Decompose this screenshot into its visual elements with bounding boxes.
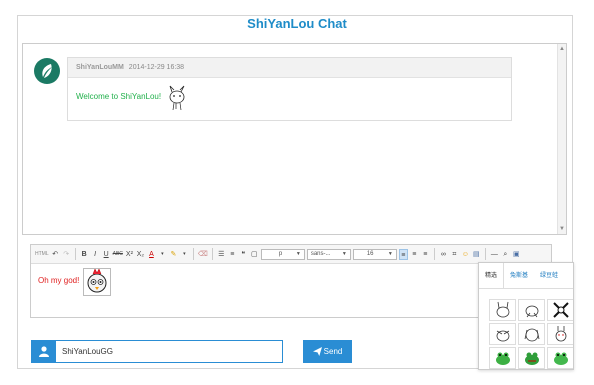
- paper-plane-icon: [312, 347, 322, 357]
- username-addon: [32, 341, 56, 362]
- quote-icon[interactable]: ❝: [239, 249, 248, 260]
- italic-button[interactable]: I: [91, 249, 100, 260]
- emoticon-grid: [489, 299, 573, 369]
- fullscreen-icon[interactable]: ▣: [512, 249, 521, 260]
- subscript-button[interactable]: X₂: [136, 249, 145, 260]
- emoticon-tab[interactable]: 绿豆蛙: [534, 263, 564, 288]
- editor-content-area[interactable]: Oh my god!: [31, 264, 551, 317]
- superscript-button[interactable]: X²: [125, 249, 134, 260]
- message-item: ShiYanLouMM 2014-12-29 16:38 Welcome to …: [67, 57, 512, 121]
- chevron-down-icon: ▼: [295, 250, 301, 257]
- scroll-up-arrow-icon[interactable]: ▲: [558, 45, 566, 53]
- align-center-icon[interactable]: ≡: [410, 249, 419, 260]
- frog-emoticon-icon: [553, 352, 568, 365]
- paragraph-select[interactable]: p ▼: [260, 248, 305, 260]
- toolbar-divider: [484, 248, 486, 260]
- rabbit-emoticon-icon: [552, 302, 569, 318]
- emoticon-cell[interactable]: [547, 347, 573, 369]
- rabbit-emoticon-icon: [524, 328, 539, 342]
- message-header: ShiYanLouMM 2014-12-29 16:38: [68, 58, 511, 78]
- rabbit-emoticon-icon: [525, 305, 538, 318]
- rabbit-emoticon-icon: [496, 330, 509, 342]
- rabbit-emoticon-icon: [555, 326, 566, 342]
- ordered-list-icon[interactable]: ☰: [217, 249, 226, 260]
- message-time: 2014-12-29 16:38: [128, 64, 185, 71]
- emoticon-icon[interactable]: ☺: [461, 249, 470, 260]
- rabbit-sticker-icon: [169, 85, 185, 111]
- emoticon-cell[interactable]: [547, 299, 573, 321]
- emoticon-cell[interactable]: [518, 323, 545, 345]
- message-text: Welcome to ShiYanLou!: [76, 92, 162, 101]
- image-icon[interactable]: ▤: [472, 249, 481, 260]
- frog-emoticon-icon: [495, 352, 510, 365]
- highlight-color-icon[interactable]: ✎: [169, 249, 178, 260]
- rabbit-emoticon-icon: [496, 301, 509, 318]
- send-button[interactable]: Send: [303, 340, 352, 363]
- align-left-icon[interactable]: ≡: [398, 248, 408, 260]
- emoticon-cell[interactable]: [518, 347, 545, 369]
- page-title: ShiYanLou Chat: [247, 16, 347, 31]
- emoticon-cell[interactable]: [518, 299, 545, 321]
- user-icon: [39, 346, 49, 357]
- toolbar-divider: [74, 248, 76, 260]
- align-right-icon[interactable]: ≡: [421, 249, 430, 260]
- font-color-button[interactable]: A: [147, 249, 156, 260]
- message-editor[interactable]: HTML ↶ ↷ B I U ABC X² X₂ A ▾ ✎ ▾ ⌫ ☰ ≡ ❝…: [30, 244, 552, 318]
- font-family-select[interactable]: sans-... ▼: [306, 248, 351, 260]
- page: ShiYanLou Chat ShiYanLouMM 2014-12-29 16…: [0, 0, 594, 385]
- emoticon-tab[interactable]: 兔斯基: [504, 263, 534, 288]
- emoticon-cell[interactable]: [489, 347, 516, 369]
- emoticon-tabs: 精选 兔斯基 绿豆蛙: [479, 263, 573, 289]
- avatar: [34, 58, 60, 84]
- toolbar-divider: [433, 248, 435, 260]
- toolbar-divider: [211, 248, 213, 260]
- emoticon-cell[interactable]: [547, 323, 573, 345]
- username-input[interactable]: [62, 341, 272, 362]
- emoticon-tab[interactable]: 精选: [479, 263, 505, 288]
- scroll-down-arrow-icon[interactable]: ▼: [558, 225, 566, 233]
- message-username: ShiYanLouMM: [76, 64, 124, 71]
- unlink-icon[interactable]: ⌗: [450, 249, 459, 260]
- bird-sticker-icon: [83, 268, 111, 296]
- link-icon[interactable]: ∞: [439, 249, 448, 260]
- leaf-logo-icon: [42, 64, 52, 78]
- strikethrough-button[interactable]: ABC: [113, 249, 123, 260]
- source-html-button[interactable]: HTML: [35, 249, 49, 260]
- eraser-icon[interactable]: ⌫: [198, 249, 208, 260]
- font-size-select-value: 16: [366, 250, 374, 257]
- undo-icon[interactable]: ↶: [51, 249, 60, 260]
- search-icon[interactable]: ⌕: [501, 249, 510, 260]
- editor-toolbar: HTML ↶ ↷ B I U ABC X² X₂ A ▾ ✎ ▾ ⌫ ☰ ≡ ❝…: [31, 245, 551, 264]
- send-button-label: Send: [323, 347, 343, 356]
- chevron-down-icon: ▼: [387, 250, 393, 257]
- font-family-select-value: sans-...: [310, 250, 331, 257]
- highlight-dropdown-icon[interactable]: ▾: [180, 249, 189, 260]
- editor-text: Oh my god!: [38, 276, 80, 285]
- font-color-dropdown-icon[interactable]: ▾: [158, 249, 167, 260]
- emoticon-cell[interactable]: [489, 323, 516, 345]
- underline-button[interactable]: U: [102, 249, 111, 260]
- code-icon[interactable]: ▢: [250, 249, 259, 260]
- username-input-group: [31, 340, 283, 363]
- emoticon-cell[interactable]: [489, 299, 516, 321]
- horizontal-rule-icon[interactable]: —: [490, 249, 499, 260]
- bold-button[interactable]: B: [80, 249, 89, 260]
- font-size-select[interactable]: 16 ▼: [352, 248, 397, 260]
- chat-scrollbar[interactable]: ▲ ▼: [557, 44, 566, 234]
- chat-history[interactable]: ShiYanLouMM 2014-12-29 16:38 Welcome to …: [22, 43, 567, 235]
- frog-emoticon-icon: [524, 352, 539, 365]
- paragraph-select-value: p: [278, 250, 283, 257]
- emoticon-panel: 精选 兔斯基 绿豆蛙: [478, 262, 574, 370]
- redo-icon[interactable]: ↷: [62, 249, 71, 260]
- chevron-down-icon: ▼: [341, 250, 347, 257]
- message-body: Welcome to ShiYanLou!: [68, 78, 511, 111]
- toolbar-divider: [192, 248, 194, 260]
- unordered-list-icon[interactable]: ≡: [228, 249, 237, 260]
